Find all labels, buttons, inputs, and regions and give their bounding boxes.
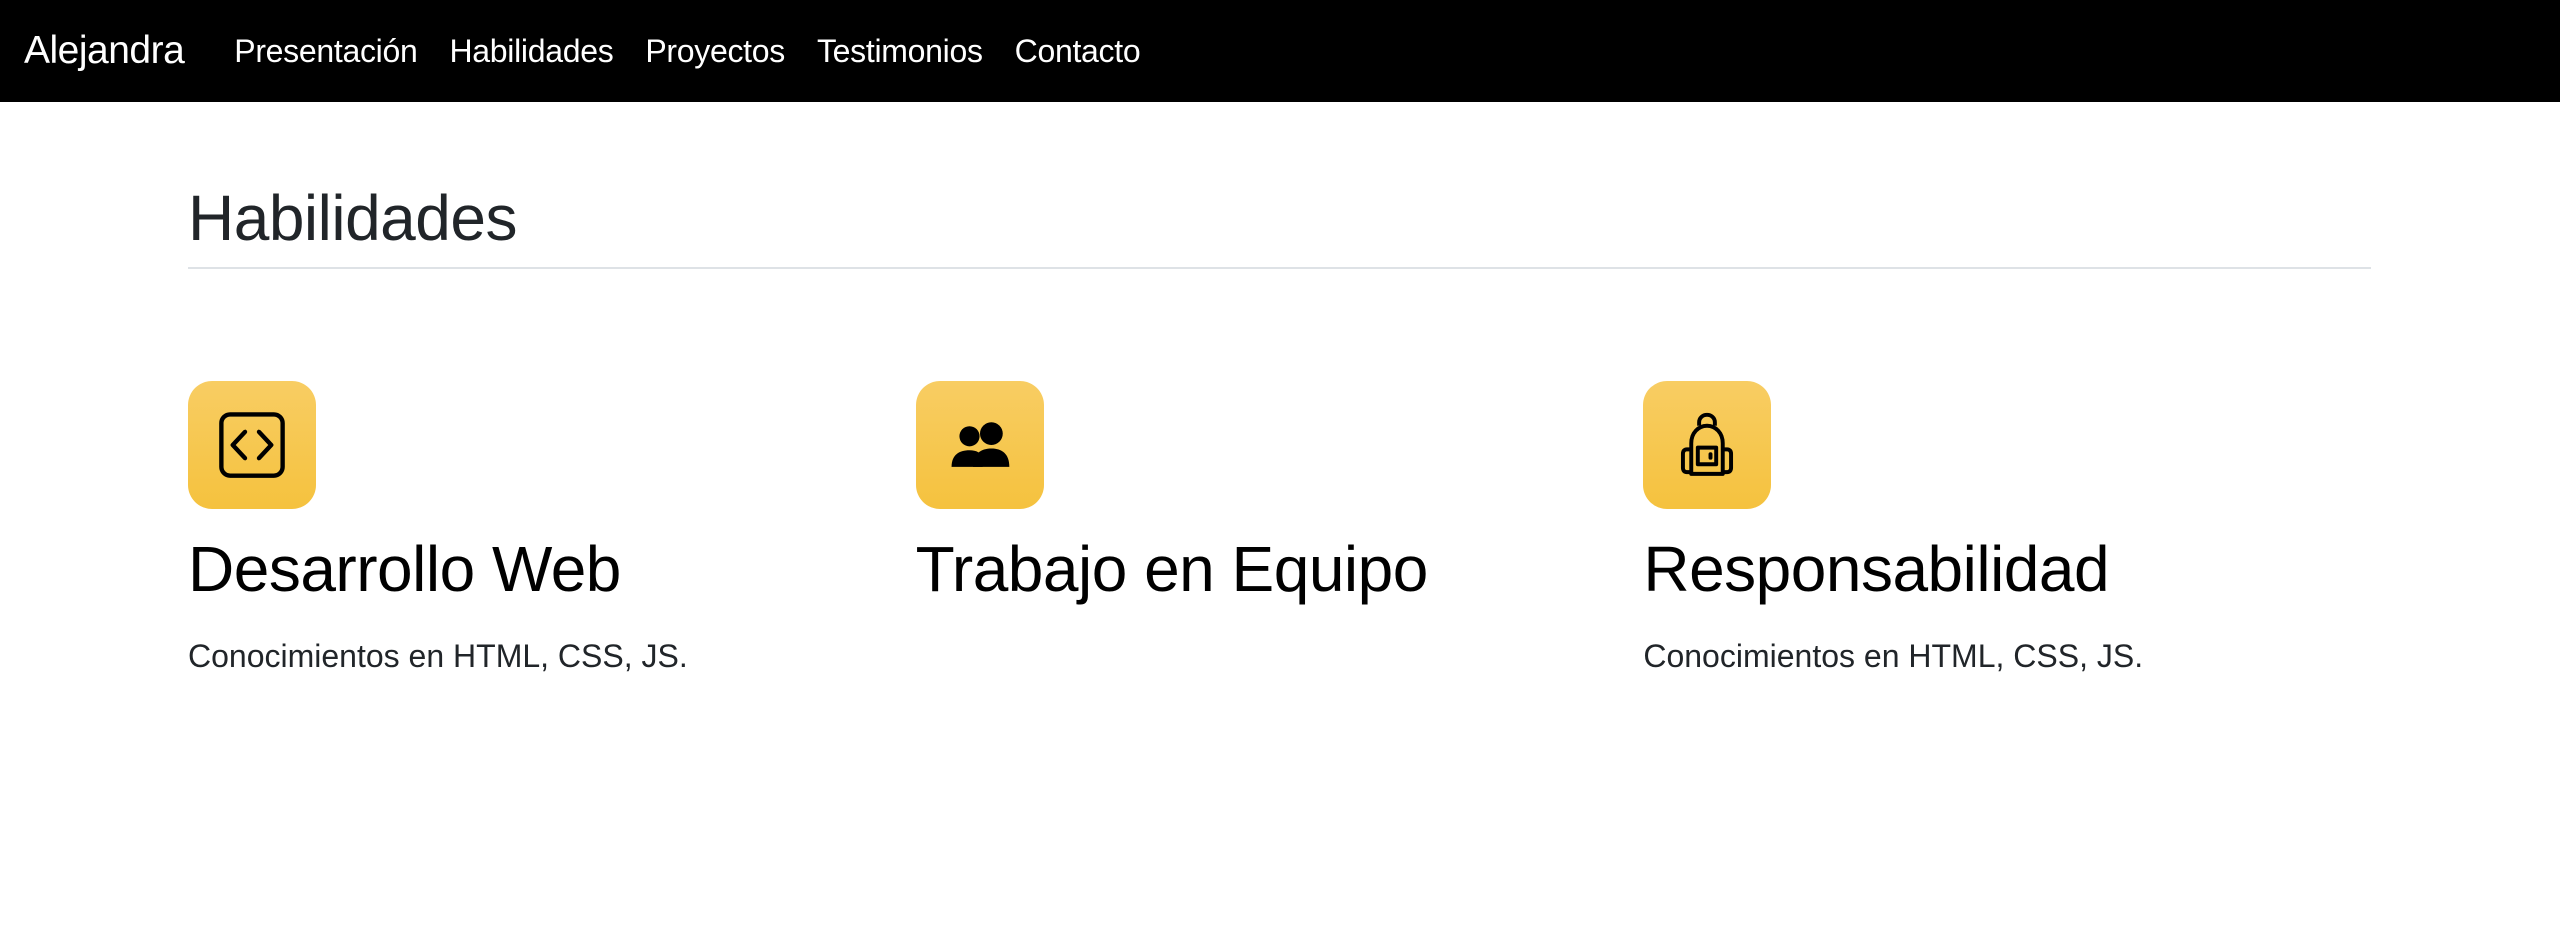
feature-icon-box [1643,380,1772,509]
features-row: Desarrollo Web Conocimientos en HTML, CS… [188,380,2371,680]
feature-title: Trabajo en Equipo [915,532,1429,605]
navbar-brand[interactable]: Alejandra [24,29,185,73]
nav-item: Contacto [1015,33,1173,70]
feature-desarrollo-web: Desarrollo Web Conocimientos en HTML, CS… [188,380,916,680]
nav-item: Testimonios [817,33,1015,70]
section-divider [188,266,2371,269]
nav-link-testimonios[interactable]: Testimonios [817,33,983,69]
section-title: Habilidades [188,182,517,254]
nav-item: Presentación [234,33,449,70]
navbar: Alejandra Presentación Habilidades Proye… [0,0,2560,102]
feature-title: Responsabilidad [1643,532,2110,605]
feature-text: Conocimientos en HTML, CSS, JS. [188,637,688,674]
nav-link-contacto[interactable]: Contacto [1015,33,1141,69]
nav-links: Presentación Habilidades Proyectos Testi… [234,33,1172,70]
feature-responsabilidad: Responsabilidad Conocimientos en HTML, C… [1643,380,2371,680]
skills-section: Habilidades Desarrollo Web Conocimientos… [188,102,2371,680]
code-square-icon [219,411,285,478]
nav-link-presentacion[interactable]: Presentación [234,33,417,69]
nav-link-habilidades[interactable]: Habilidades [449,33,613,69]
nav-item: Proyectos [645,33,817,70]
feature-icon-box [915,380,1044,509]
backpack-icon [1681,412,1734,476]
feature-trabajo-en-equipo: Trabajo en Equipo [915,380,1644,680]
nav-link-proyectos[interactable]: Proyectos [645,33,785,69]
feature-icon-box [188,380,316,509]
feature-title: Desarrollo Web [188,532,621,605]
feature-text: Conocimientos en HTML, CSS, JS. [1643,637,2144,674]
nav-item: Habilidades [449,33,645,70]
people-icon [951,422,1009,467]
